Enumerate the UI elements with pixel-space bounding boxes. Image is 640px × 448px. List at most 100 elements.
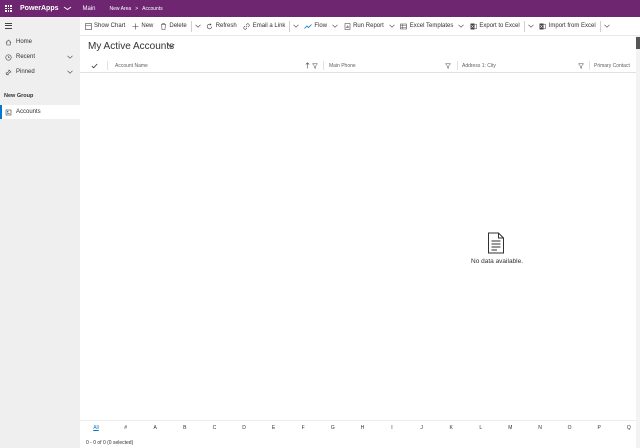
chevron-down-icon[interactable]: [62, 6, 72, 11]
column-header-main-phone[interactable]: Main Phone: [329, 58, 356, 73]
scrollbar-thumb[interactable]: [636, 37, 640, 49]
alphabet-filter-item[interactable]: J: [415, 425, 429, 431]
sidebar-group-title: New Group: [4, 93, 34, 99]
chevron-down-icon[interactable]: [602, 23, 612, 29]
grid-header: Account Name Main Phone Address 1: City …: [80, 58, 636, 73]
command-divider: [190, 20, 192, 32]
export-excel-button[interactable]: Export to Excel: [466, 17, 522, 36]
hamburger-menu-icon[interactable]: [5, 23, 12, 30]
column-header-address-city[interactable]: Address 1: City: [462, 58, 496, 73]
delete-button[interactable]: Delete: [156, 17, 189, 36]
excel-import-icon: [539, 22, 547, 30]
excel-icon: [469, 22, 477, 30]
column-header-account-name[interactable]: Account Name: [115, 58, 148, 73]
alphabet-filter-item[interactable]: A: [148, 425, 162, 431]
command-divider: [599, 20, 601, 32]
sidebar-item-home[interactable]: Home: [0, 35, 80, 49]
app-launcher-icon[interactable]: [0, 0, 17, 17]
flow-icon: [304, 22, 313, 30]
alphabet-filter-item[interactable]: E: [267, 425, 281, 431]
app-name[interactable]: PowerApps: [20, 5, 59, 12]
alphabet-filter-item[interactable]: All: [89, 425, 103, 431]
home-icon: [0, 39, 16, 46]
alphabet-filter-item[interactable]: I: [385, 425, 399, 431]
vertical-scrollbar[interactable]: [636, 36, 640, 448]
chevron-down-icon[interactable]: [456, 23, 466, 29]
sidebar: Home Recent Pinned New Group Accounts: [0, 17, 80, 448]
chevron-down-icon[interactable]: [387, 23, 397, 29]
flow-button[interactable]: Flow: [301, 17, 330, 36]
chevron-down-icon[interactable]: [67, 69, 73, 75]
refresh-icon: [206, 22, 214, 30]
alphabet-filter-item[interactable]: F: [296, 425, 310, 431]
command-bar: Show Chart New Delete Refresh Email a Li…: [80, 17, 640, 36]
alphabet-filter-item[interactable]: H: [355, 425, 369, 431]
alphabet-filter-item[interactable]: N: [533, 425, 547, 431]
filter-icon[interactable]: [578, 58, 584, 73]
sidebar-item-accounts[interactable]: Accounts: [0, 105, 80, 119]
command-divider: [289, 20, 291, 32]
view-title[interactable]: My Active Accounts: [88, 41, 174, 52]
sidebar-item-label: Home: [16, 39, 33, 45]
excel-templates-button[interactable]: Excel Templates: [397, 17, 457, 36]
sidebar-item-label: Recent: [16, 54, 36, 60]
alphabet-filter-item[interactable]: M: [503, 425, 517, 431]
clock-icon: [0, 53, 16, 61]
alphabet-filter-item[interactable]: P: [592, 425, 606, 431]
column-divider: [323, 61, 324, 70]
pin-icon: [0, 68, 16, 76]
command-divider: [523, 20, 525, 32]
chevron-down-icon[interactable]: [291, 23, 301, 29]
alphabet-filter-item[interactable]: #: [119, 425, 133, 431]
show-chart-button[interactable]: Show Chart: [81, 17, 128, 36]
breadcrumb-item[interactable]: Accounts: [142, 6, 163, 12]
chevron-down-icon[interactable]: [193, 23, 203, 29]
email-link-button[interactable]: Email a Link: [240, 17, 289, 36]
excel-template-icon: [400, 22, 408, 30]
column-divider: [107, 61, 108, 70]
run-report-button[interactable]: Run Report: [340, 17, 387, 36]
alphabet-filter-item[interactable]: G: [326, 425, 340, 431]
trash-icon: [159, 22, 167, 30]
alphabet-filter-item[interactable]: C: [207, 425, 221, 431]
sidebar-item-recent[interactable]: Recent: [0, 50, 80, 64]
breadcrumb: New Area > Accounts: [110, 6, 163, 12]
document-icon: [488, 232, 504, 254]
breadcrumb-separator-icon: >: [135, 5, 139, 12]
chevron-down-icon[interactable]: [67, 54, 73, 60]
link-icon: [243, 22, 251, 30]
column-divider: [457, 61, 458, 70]
top-navigation-bar: PowerApps Main New Area > Accounts: [0, 0, 640, 17]
refresh-button[interactable]: Refresh: [203, 17, 240, 36]
new-button[interactable]: New: [128, 17, 156, 36]
sidebar-item-label: Accounts: [16, 109, 41, 115]
alphabet-filter-item[interactable]: D: [237, 425, 251, 431]
sidebar-item-label: Pinned: [16, 69, 35, 75]
accounts-icon: [0, 109, 16, 116]
select-all-checkbox[interactable]: [91, 58, 98, 73]
chart-icon: [84, 22, 92, 30]
alphabet-filter-item[interactable]: O: [563, 425, 577, 431]
alphabet-filter-bar: All # A B C D E F G H I J K L M N O P Q: [80, 420, 636, 434]
record-count-status: 0 - 0 of 0 (0 selected): [86, 440, 134, 446]
active-indicator: [0, 105, 2, 119]
breadcrumb-item[interactable]: New Area: [110, 6, 132, 12]
plus-icon: [131, 22, 139, 30]
area-name[interactable]: Main: [83, 6, 96, 12]
sidebar-item-pinned[interactable]: Pinned: [0, 65, 80, 79]
sort-ascending-icon[interactable]: [305, 58, 310, 73]
alphabet-filter-item[interactable]: B: [178, 425, 192, 431]
chevron-down-icon[interactable]: [526, 23, 536, 29]
alphabet-filter-item[interactable]: K: [444, 425, 458, 431]
chevron-down-icon[interactable]: [330, 23, 340, 29]
filter-icon[interactable]: [445, 58, 451, 73]
report-icon: [343, 22, 351, 30]
empty-state-message: No data available.: [471, 258, 524, 265]
filter-icon[interactable]: [312, 58, 318, 73]
column-header-primary-contact[interactable]: Primary Contact: [594, 58, 630, 73]
import-excel-button[interactable]: Import from Excel: [536, 17, 599, 36]
column-divider: [589, 61, 590, 70]
alphabet-filter-item[interactable]: L: [474, 425, 488, 431]
alphabet-filter-item[interactable]: Q: [622, 425, 636, 431]
chevron-down-icon[interactable]: [167, 43, 175, 49]
